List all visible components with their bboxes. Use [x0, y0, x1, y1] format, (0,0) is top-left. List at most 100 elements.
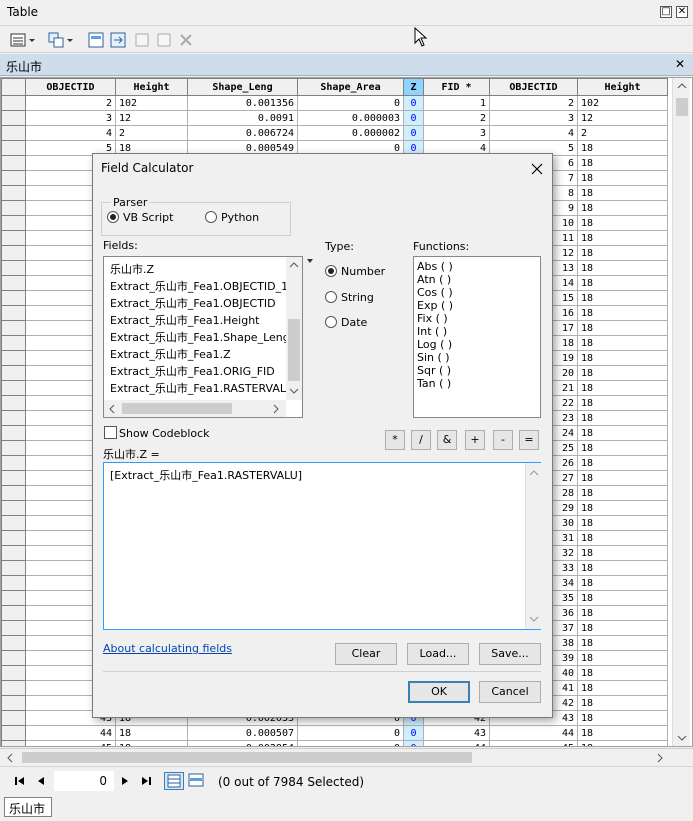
- scroll-left-icon[interactable]: [108, 404, 116, 414]
- expression-scrollbar[interactable]: [525, 463, 541, 629]
- table-cell[interactable]: 3: [423, 125, 490, 141]
- row-selector[interactable]: [1, 215, 26, 231]
- column-header[interactable]: OBJECTID: [25, 78, 116, 96]
- column-header[interactable]: Shape_Leng: [187, 78, 298, 96]
- table-cell[interactable]: 4: [25, 125, 116, 141]
- table-cell[interactable]: 18: [577, 710, 668, 726]
- column-header[interactable]: Z: [403, 78, 424, 96]
- table-cell[interactable]: 18: [577, 245, 668, 261]
- table-cell[interactable]: 18: [577, 365, 668, 381]
- scroll-up-icon[interactable]: [289, 261, 299, 269]
- table-horizontal-scrollbar[interactable]: [0, 748, 693, 765]
- scroll-left-icon[interactable]: [6, 753, 14, 763]
- table-cell[interactable]: 2: [115, 125, 188, 141]
- show-codeblock-checkbox[interactable]: [104, 426, 117, 439]
- python-radio[interactable]: [205, 211, 217, 223]
- close-icon[interactable]: [530, 162, 544, 176]
- function-list-item[interactable]: Fix ( ): [414, 312, 540, 325]
- scroll-down-icon[interactable]: [677, 734, 687, 742]
- row-selector[interactable]: [1, 575, 26, 591]
- table-row[interactable]: 4 2 0.006724 0.000002 0 3 4 2: [1, 125, 668, 141]
- switch-selection-icon[interactable]: [110, 32, 126, 48]
- fields-list[interactable]: 乐山市.Z Extract_乐山市_Fea1.OBJECTID_1 Extract_…: [103, 256, 303, 418]
- table-cell[interactable]: 18: [577, 320, 668, 336]
- table-cell[interactable]: 18: [577, 215, 668, 231]
- fields-scroll-thumb[interactable]: [288, 319, 300, 381]
- table-cell[interactable]: 18: [577, 665, 668, 681]
- scroll-down-icon[interactable]: [289, 387, 299, 395]
- table-cell[interactable]: 18: [577, 410, 668, 426]
- table-tab-title[interactable]: 乐山市: [6, 58, 42, 75]
- column-header[interactable]: Shape_Area: [297, 78, 404, 96]
- row-selector[interactable]: [1, 515, 26, 531]
- table-cell[interactable]: 18: [577, 740, 668, 746]
- row-selector[interactable]: [1, 380, 26, 396]
- row-selector[interactable]: [1, 530, 26, 546]
- scroll-up-icon[interactable]: [529, 469, 539, 477]
- show-all-records-icon[interactable]: [164, 772, 184, 790]
- row-selector[interactable]: [1, 740, 26, 746]
- related-tables-icon[interactable]: [48, 32, 64, 48]
- table-row[interactable]: 3 12 0.0091 0.000003 0 2 3 12: [1, 110, 668, 126]
- vertical-scroll-thumb[interactable]: [676, 98, 688, 116]
- column-header[interactable]: OBJECTID: [489, 78, 578, 96]
- row-selector[interactable]: [1, 440, 26, 456]
- row-selector[interactable]: [1, 260, 26, 276]
- table-cell[interactable]: 18: [115, 725, 188, 741]
- divide-button[interactable]: /: [411, 430, 431, 450]
- row-selector-header[interactable]: [1, 78, 26, 96]
- row-selector[interactable]: [1, 170, 26, 186]
- row-selector[interactable]: [1, 185, 26, 201]
- row-selector[interactable]: [1, 500, 26, 516]
- function-list-item[interactable]: Abs ( ): [414, 260, 540, 273]
- field-list-item[interactable]: 乐山市.Z: [104, 261, 302, 278]
- table-cell[interactable]: 44: [25, 725, 116, 741]
- table-cell[interactable]: 0.000507: [187, 725, 298, 741]
- about-calculating-fields-link[interactable]: About calculating fields: [103, 642, 232, 655]
- table-cell[interactable]: 0.0091: [187, 110, 298, 126]
- multiply-button[interactable]: *: [385, 430, 405, 450]
- table-cell[interactable]: 18: [577, 470, 668, 486]
- save-button[interactable]: Save...: [479, 643, 541, 665]
- row-selector[interactable]: [1, 710, 26, 726]
- function-list-item[interactable]: Atn ( ): [414, 273, 540, 286]
- ok-button[interactable]: OK: [408, 681, 470, 703]
- scroll-up-icon[interactable]: [677, 82, 687, 90]
- row-selector[interactable]: [1, 95, 26, 111]
- table-cell[interactable]: 1: [423, 95, 490, 111]
- table-cell[interactable]: 18: [577, 305, 668, 321]
- table-cell[interactable]: 18: [577, 275, 668, 291]
- field-list-item[interactable]: Extract_乐山市_Fea1.Z: [104, 346, 302, 363]
- column-header[interactable]: FID *: [423, 78, 490, 96]
- row-selector[interactable]: [1, 545, 26, 561]
- table-cell[interactable]: 102: [115, 95, 188, 111]
- restore-button[interactable]: □: [660, 6, 672, 18]
- row-selector[interactable]: [1, 470, 26, 486]
- expression-textbox[interactable]: [Extract_乐山市_Fea1.RASTERVALU]: [103, 462, 541, 630]
- table-cell[interactable]: 18: [577, 425, 668, 441]
- table-cell[interactable]: 0: [403, 725, 424, 741]
- table-cell[interactable]: 2: [25, 95, 116, 111]
- table-cell[interactable]: 0: [403, 95, 424, 111]
- table-cell[interactable]: 2: [577, 125, 668, 141]
- table-cell[interactable]: 18: [577, 395, 668, 411]
- row-selector[interactable]: [1, 605, 26, 621]
- table-cell[interactable]: 18: [577, 515, 668, 531]
- table-cell[interactable]: 0: [403, 125, 424, 141]
- function-list-item[interactable]: Cos ( ): [414, 286, 540, 299]
- table-cell[interactable]: 44: [489, 725, 578, 741]
- row-selector[interactable]: [1, 230, 26, 246]
- table-cell[interactable]: 0: [297, 95, 404, 111]
- row-selector[interactable]: [1, 200, 26, 216]
- type-number-radio[interactable]: [325, 265, 337, 277]
- chevron-down-icon[interactable]: [66, 32, 74, 48]
- row-selector[interactable]: [1, 125, 26, 141]
- function-list-item[interactable]: Sin ( ): [414, 351, 540, 364]
- next-record-icon[interactable]: [120, 776, 130, 786]
- table-cell[interactable]: 102: [577, 95, 668, 111]
- row-selector[interactable]: [1, 590, 26, 606]
- table-cell[interactable]: 0.006724: [187, 125, 298, 141]
- field-list-item[interactable]: Extract_乐山市_Fea1.ORIG_FID: [104, 363, 302, 380]
- fields-vertical-scrollbar[interactable]: [286, 257, 302, 400]
- row-selector[interactable]: [1, 455, 26, 471]
